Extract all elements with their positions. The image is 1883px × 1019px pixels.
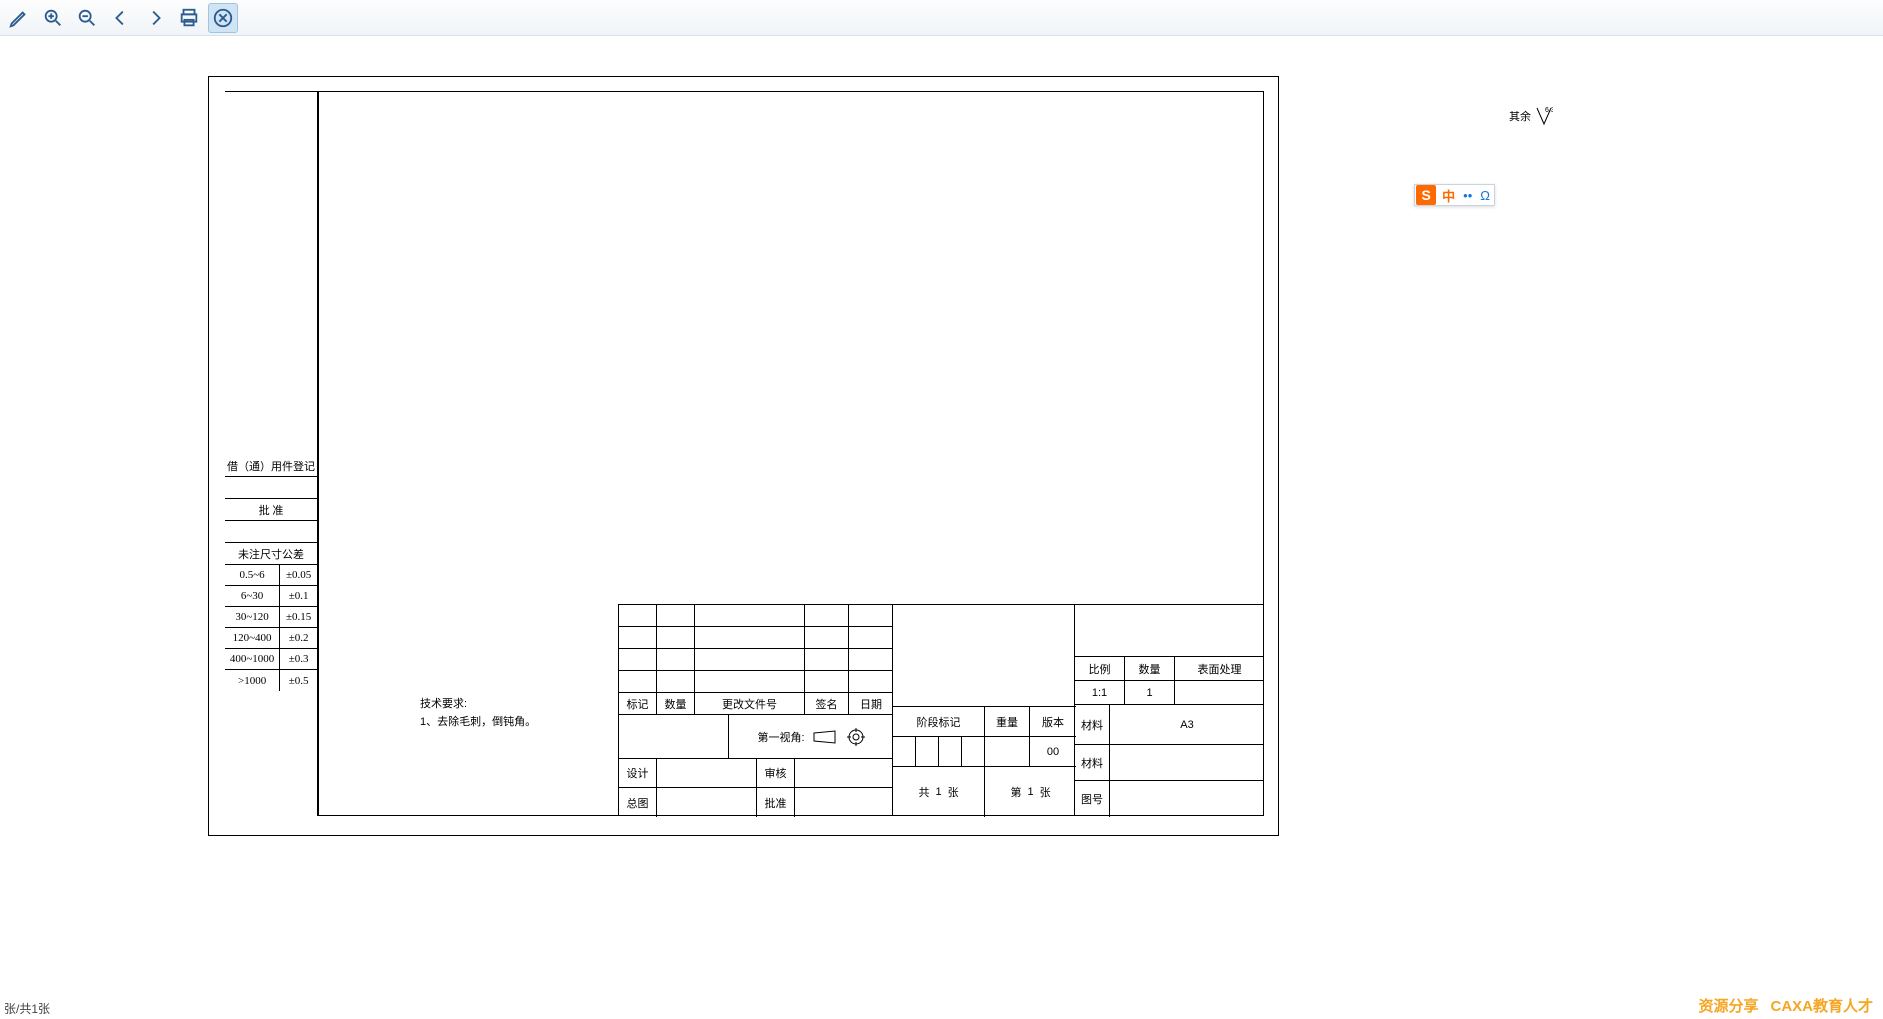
zoom-in-icon[interactable] [38,3,68,33]
projection-target-icon [847,728,865,746]
tech-requirements: 技术要求: 1、去除毛刺，倒钝角。 [420,696,536,731]
tech-title: 技术要求: [420,696,536,714]
svg-text:6.3: 6.3 [1545,107,1553,114]
pencil-icon[interactable] [4,3,34,33]
watermark: 资源分享 CAXA教育人才 [1698,995,1873,1016]
tech-line: 1、去除毛刺，倒钝角。 [420,714,536,732]
viewport: 借（通）用件登记 批 准 未注尺寸公差 0.5~6±0.05 6~30±0.1 … [0,36,1883,1019]
status-bar: 张/共1张 [0,997,50,1019]
material-cell: 材料 [1075,745,1110,781]
stage-block: 阶段标记 重量 版本 00 共1张 第1张 [892,604,1075,816]
surface-finish: 其余 6.3 [1509,106,1553,126]
back-icon[interactable] [106,3,136,33]
ime-logo-icon: S [1416,185,1436,205]
title-block: 比例 数量 表面处理 1:1 1 材料 A3 材料 图号 [1075,604,1264,816]
revision-column: 借（通）用件登记 批 准 未注尺寸公差 0.5~6±0.05 6~30±0.1 … [225,91,318,816]
forward-icon[interactable] [140,3,170,33]
ime-mode[interactable]: 中 [1438,186,1459,205]
ime-punct[interactable]: •• [1459,188,1476,203]
toolbar [0,0,1883,36]
projection-cone-icon [813,730,839,744]
close-icon[interactable] [208,3,238,33]
ime-omega[interactable]: Ω [1476,188,1494,203]
print-icon[interactable] [174,3,204,33]
borrow-label: 借（通）用件登记 [225,455,317,477]
ime-bar[interactable]: S 中 •• Ω [1414,184,1495,206]
approve-label: 批 准 [225,499,317,521]
surface-symbol-icon: 6.3 [1535,106,1553,126]
tolerance-title: 未注尺寸公差 [225,543,317,565]
revision-block: 标记数量更改文件号签名日期 第一视角: 设计审核 总图批准 [618,604,892,816]
surface-label: 其余 [1509,108,1531,124]
zoom-fit-icon[interactable] [72,3,102,33]
